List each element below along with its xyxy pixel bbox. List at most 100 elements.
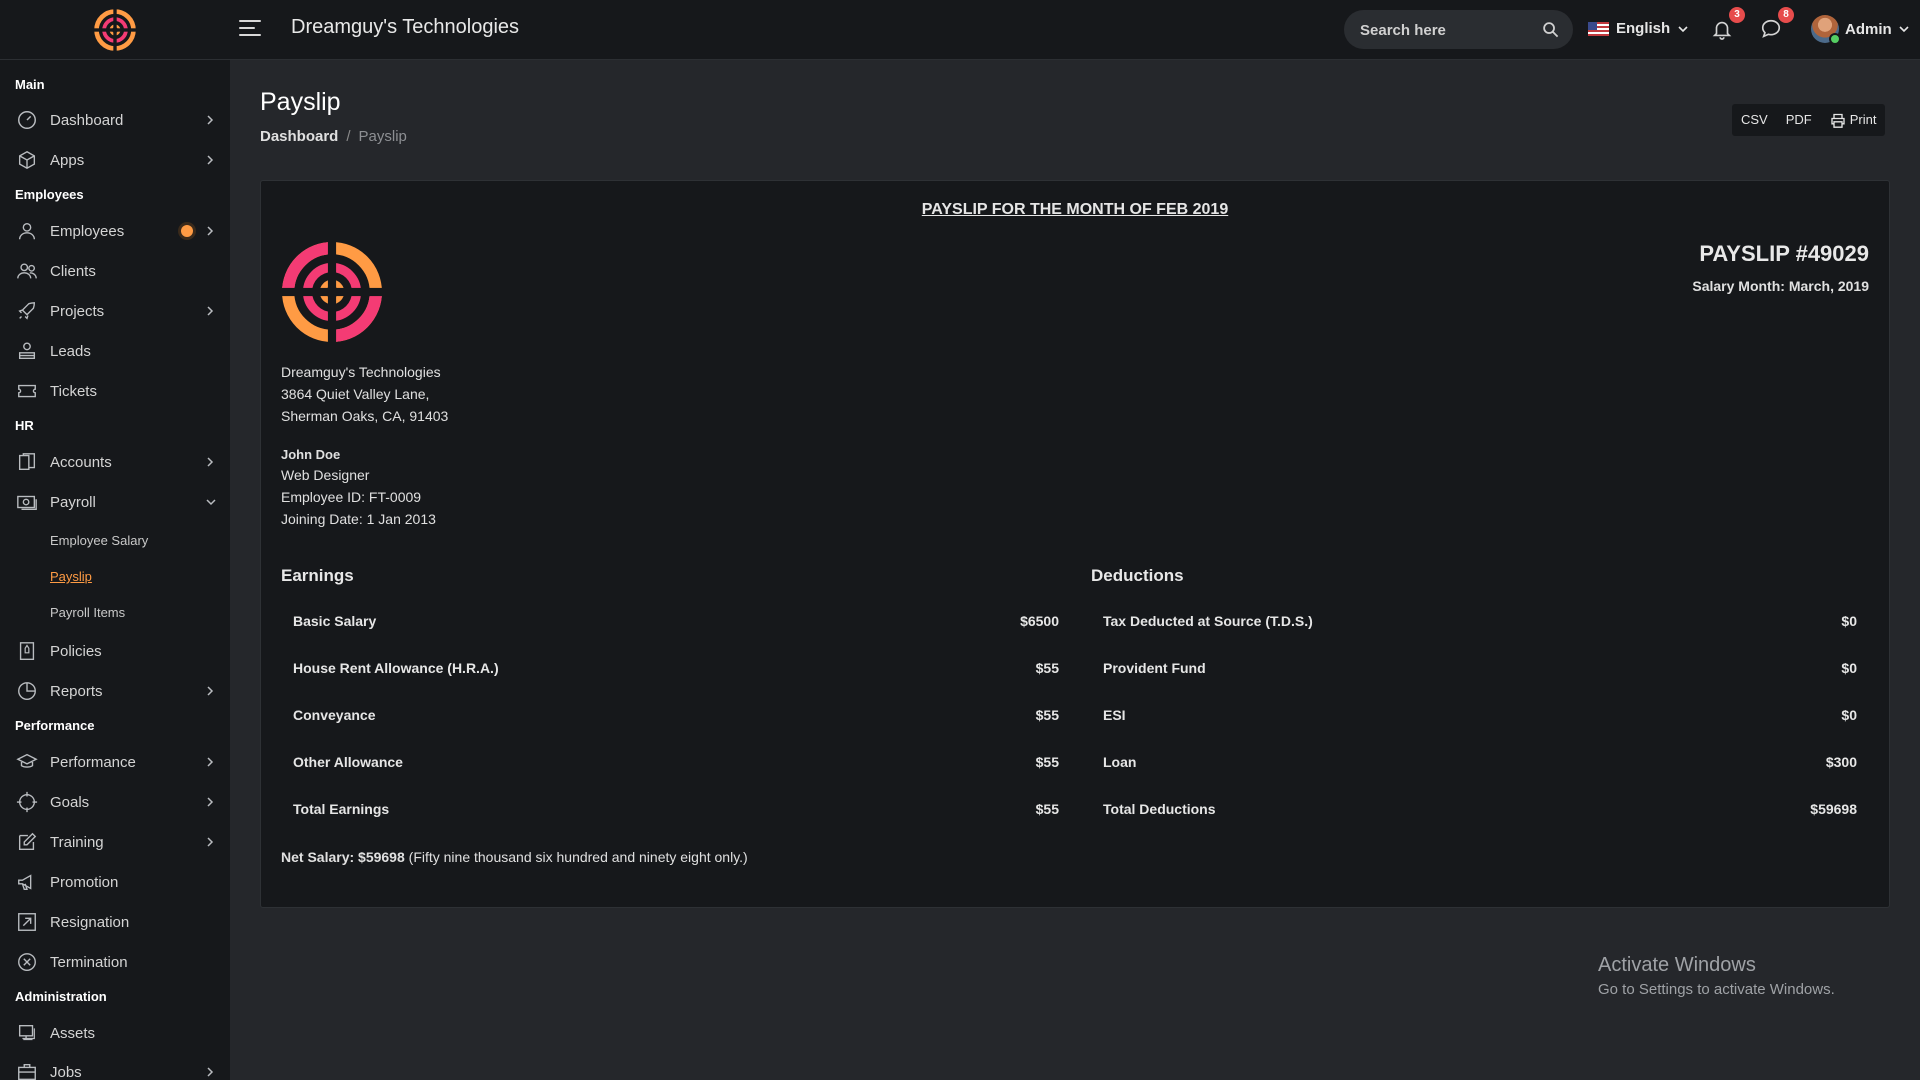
earning-value: $55 [1035, 754, 1059, 770]
files-icon [18, 453, 36, 471]
sidebar-item-policies[interactable]: Policies [0, 633, 230, 669]
earning-value: $55 [1035, 801, 1059, 817]
watermark-title: Activate Windows [1598, 954, 1756, 976]
earning-label: Total Earnings [293, 801, 390, 817]
app-title: Dreamguy's Technologies [291, 16, 520, 38]
employee-id: Employee ID: FT-0009 [281, 489, 422, 505]
chevron-right-icon [207, 457, 214, 467]
sidebar-item-training[interactable]: Training [0, 824, 230, 860]
bell-icon [1712, 21, 1732, 40]
table-row: Other Allowance $55 [281, 741, 1071, 788]
notification-dot [181, 225, 193, 237]
sidebar-item-performance[interactable]: Performance [0, 744, 230, 780]
edit-icon [18, 832, 37, 851]
chevron-right-icon [207, 757, 214, 767]
language-selector[interactable]: English [1588, 20, 1689, 37]
deduction-label: Loan [1103, 754, 1137, 770]
notifications-button[interactable]: 3 [1711, 7, 1745, 45]
sidebar-item-label: Leads [50, 342, 91, 360]
sidebar-item-label: Performance [50, 753, 136, 771]
sidebar-item-label: Policies [50, 642, 102, 660]
sidebar-item-jobs[interactable]: Jobs [0, 1054, 230, 1080]
megaphone-icon [18, 874, 32, 891]
sidebar-section-performance: Performance [15, 718, 95, 733]
menu-toggle-button[interactable] [239, 20, 261, 38]
sidebar: Main Dashboard Apps Employees Employees … [0, 60, 230, 1080]
sidebar-item-resignation[interactable]: Resignation [0, 904, 230, 940]
sidebar-item-label: Accounts [50, 453, 112, 471]
deduction-value: $0 [1841, 613, 1857, 629]
sidebar-item-clients[interactable]: Clients [0, 253, 230, 289]
chevron-right-icon [207, 797, 214, 807]
sidebar-subitem-employee-salary[interactable]: Employee Salary [50, 533, 148, 548]
breadcrumb: Dashboard / Payslip [260, 128, 407, 145]
sidebar-item-label: Payroll [50, 493, 96, 511]
search-input[interactable] [1358, 19, 1532, 41]
sidebar-item-label: Promotion [50, 873, 119, 891]
sidebar-item-payroll[interactable]: Payroll [0, 484, 230, 520]
money-icon [17, 495, 37, 511]
payslip-card: PAYSLIP FOR THE MONTH OF FEB 2019 PAYSLI… [260, 180, 1890, 908]
external-link-icon [18, 913, 36, 931]
chevron-down-icon [206, 499, 216, 506]
search-box [1344, 10, 1573, 49]
payslip-heading: PAYSLIP FOR THE MONTH OF FEB 2019 [921, 201, 1229, 218]
breadcrumb-home-link[interactable]: Dashboard [260, 128, 338, 145]
table-row: Loan $300 [1091, 741, 1869, 788]
sidebar-item-apps[interactable]: Apps [0, 142, 230, 178]
top-header: Dreamguy's Technologies English 3 8 Admi… [0, 0, 1920, 60]
sidebar-item-assets[interactable]: Assets [0, 1015, 230, 1051]
sidebar-item-label: Jobs [50, 1063, 82, 1080]
deductions-title: Deductions [1091, 566, 1184, 585]
employee-details: John Doe Web Designer Employee ID: FT-00… [281, 446, 436, 530]
chevron-right-icon [207, 837, 214, 847]
sidebar-subitem-payroll-items[interactable]: Payroll Items [50, 605, 125, 620]
sidebar-item-employees[interactable]: Employees [0, 213, 230, 249]
address-line-2: Sherman Oaks, CA, 91403 [281, 408, 449, 424]
sidebar-item-dashboard[interactable]: Dashboard [0, 102, 230, 138]
table-row: Basic Salary $6500 [281, 600, 1071, 647]
search-icon[interactable] [1542, 21, 1559, 38]
net-salary-words: (Fifty nine thousand six hundred and nin… [408, 849, 748, 865]
net-salary: Net Salary: $59698 (Fifty nine thousand … [281, 849, 748, 865]
chevron-right-icon [207, 686, 214, 696]
address-line-1: 3864 Quiet Valley Lane, [281, 386, 430, 402]
online-status-dot [1829, 33, 1841, 45]
pdf-button[interactable]: PDF [1777, 104, 1821, 136]
chat-bubble-icon [1761, 19, 1781, 38]
deduction-label: Provident Fund [1103, 660, 1206, 676]
app-logo[interactable] [94, 9, 136, 51]
salary-month-value: March, 2019 [1788, 278, 1869, 294]
joining-date: Joining Date: 1 Jan 2013 [281, 511, 436, 527]
users-icon [17, 263, 37, 279]
sidebar-item-goals[interactable]: Goals [0, 784, 230, 820]
sidebar-item-leads[interactable]: Leads [0, 333, 230, 369]
salary-month-label: Salary Month: [1692, 278, 1785, 294]
print-button[interactable]: Print [1821, 104, 1886, 136]
sidebar-item-termination[interactable]: Termination [0, 944, 230, 980]
sidebar-item-reports[interactable]: Reports [0, 673, 230, 709]
table-row: Tax Deducted at Source (T.D.S.) $0 [1091, 600, 1869, 647]
sidebar-item-promotion[interactable]: Promotion [0, 864, 230, 900]
chevron-right-icon [207, 226, 214, 236]
earning-value: $6500 [1020, 613, 1059, 629]
policy-document-icon [19, 642, 35, 660]
sidebar-item-projects[interactable]: Projects [0, 293, 230, 329]
sidebar-section-hr: HR [15, 418, 34, 433]
sidebar-item-accounts[interactable]: Accounts [0, 444, 230, 480]
sidebar-item-label: Reports [50, 682, 103, 700]
sidebar-item-label: Tickets [50, 382, 97, 400]
chevron-right-icon [207, 115, 214, 125]
sidebar-item-label: Employees [50, 222, 125, 240]
csv-button[interactable]: CSV [1732, 104, 1777, 136]
earnings-title: Earnings [281, 566, 354, 585]
company-address: Dreamguy's Technologies 3864 Quiet Valle… [281, 361, 448, 427]
messages-button[interactable]: 8 [1760, 7, 1794, 45]
pie-chart-icon [18, 682, 36, 700]
payslip-number: PAYSLIP #49029 [1699, 241, 1869, 266]
user-menu[interactable]: Admin [1811, 15, 1910, 45]
sidebar-subitem-payslip[interactable]: Payslip [50, 569, 92, 584]
sidebar-item-tickets[interactable]: Tickets [0, 373, 230, 409]
graduation-cap-icon [16, 753, 38, 768]
table-row: Provident Fund $0 [1091, 647, 1869, 694]
